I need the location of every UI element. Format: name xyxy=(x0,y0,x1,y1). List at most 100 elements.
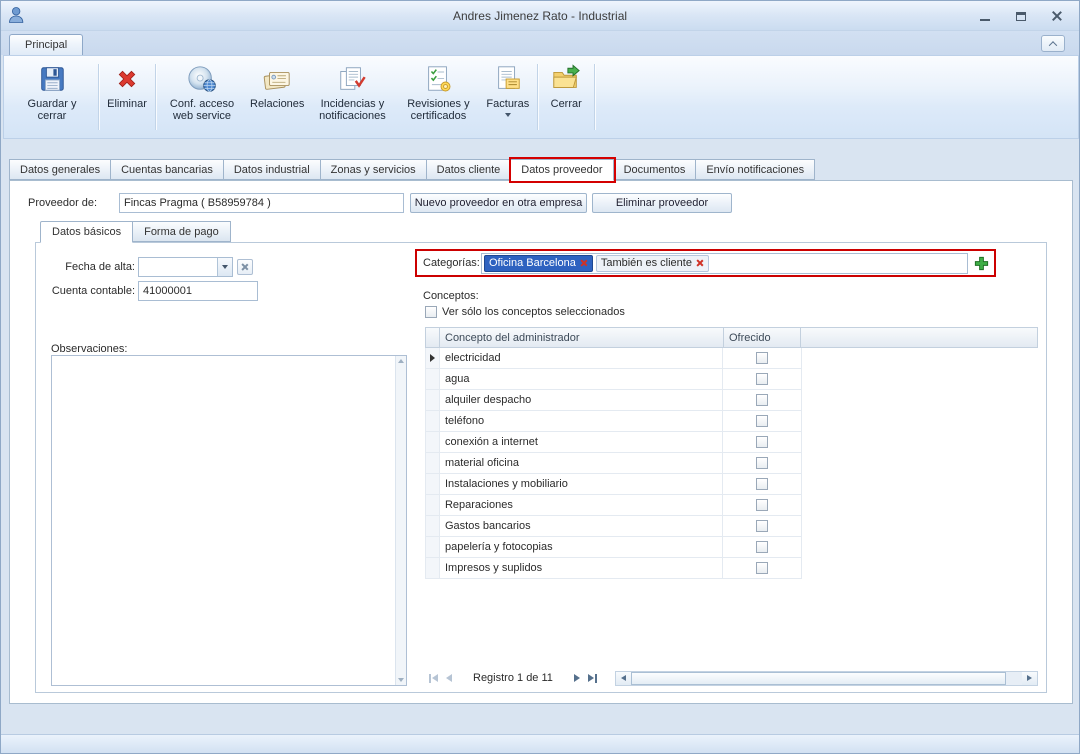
grid-row[interactable]: Impresos y suplidos xyxy=(425,558,802,579)
grid-row[interactable]: agua xyxy=(425,369,802,390)
nav-first-button[interactable] xyxy=(425,670,441,686)
scroll-right-button[interactable] xyxy=(1022,672,1037,685)
ofrecido-checkbox[interactable] xyxy=(756,457,768,469)
column-header-ofrecido[interactable]: Ofrecido xyxy=(724,328,801,347)
scrollbar-track[interactable] xyxy=(631,672,1022,685)
revisions-certificates-button[interactable]: Revisiones y certificados xyxy=(395,59,481,135)
filter-checkbox[interactable] xyxy=(425,306,437,318)
grid-row[interactable]: Gastos bancarios xyxy=(425,516,802,537)
restore-button[interactable] xyxy=(1011,8,1031,24)
tab-datos-cliente[interactable]: Datos cliente xyxy=(427,159,512,180)
row-indicator xyxy=(426,348,440,368)
grid-row[interactable]: Instalaciones y mobiliario xyxy=(425,474,802,495)
button-label: Cerrar xyxy=(551,98,582,110)
tab-datos-proveedor[interactable]: Datos proveedor xyxy=(511,159,613,181)
toolbar-separator xyxy=(155,64,156,130)
concepto-cell: Gastos bancarios xyxy=(440,516,723,536)
clear-date-button[interactable] xyxy=(237,259,253,275)
cuenta-contable-label: Cuenta contable: xyxy=(36,285,135,297)
close-form-button[interactable]: Cerrar xyxy=(541,59,591,135)
scroll-left-button[interactable] xyxy=(616,672,631,685)
tab-datos-industrial[interactable]: Datos industrial xyxy=(224,159,321,180)
cuenta-contable-value: 41000001 xyxy=(143,285,192,297)
tab-documentos[interactable]: Documentos xyxy=(614,159,697,180)
concepto-cell: agua xyxy=(440,369,723,389)
window-controls xyxy=(975,8,1067,24)
subtab-datos-basicos[interactable]: Datos básicos xyxy=(40,221,133,243)
grid-row[interactable]: material oficina xyxy=(425,453,802,474)
nav-next-button[interactable] xyxy=(569,670,585,686)
incidents-notifications-button[interactable]: Incidencias y notificaciones xyxy=(309,59,395,135)
grid-row[interactable]: alquiler despacho xyxy=(425,390,802,411)
tab-zonas-y-servicios[interactable]: Zonas y servicios xyxy=(321,159,427,180)
cuenta-contable-input[interactable]: 41000001 xyxy=(138,281,258,301)
invoices-button[interactable]: Facturas xyxy=(481,59,534,135)
remove-tag-icon[interactable] xyxy=(696,259,704,267)
grid-row[interactable]: electricidad xyxy=(425,348,802,369)
web-service-icon xyxy=(187,62,217,96)
add-categoria-button[interactable] xyxy=(972,254,991,273)
categorias-field[interactable]: Oficina BarcelonaTambién es cliente xyxy=(481,253,968,274)
categoria-tag[interactable]: También es cliente xyxy=(596,255,709,272)
relations-button[interactable]: Relaciones xyxy=(245,59,309,135)
fecha-alta-combo[interactable] xyxy=(138,257,233,277)
categorias-highlight-box: Categorías: Oficina BarcelonaTambién es … xyxy=(415,249,996,277)
sub-tab-strip: Datos básicos Forma de pago xyxy=(40,221,231,243)
nuevo-proveedor-button[interactable]: Nuevo proveedor en otra empresa xyxy=(410,193,587,213)
minimize-icon xyxy=(980,12,990,21)
ofrecido-checkbox[interactable] xyxy=(756,352,768,364)
proveedor-input[interactable]: Fincas Pragma ( B58959784 ) xyxy=(119,193,404,213)
column-header-concepto[interactable]: Concepto del administrador xyxy=(440,328,724,347)
close-button[interactable] xyxy=(1047,8,1067,24)
close-folder-icon xyxy=(551,62,581,96)
ribbon-tab-principal[interactable]: Principal xyxy=(9,34,83,55)
grid-row[interactable]: papelería y fotocopias xyxy=(425,537,802,558)
remove-tag-icon[interactable] xyxy=(580,259,588,267)
save-icon xyxy=(37,62,67,96)
grid-row[interactable]: Reparaciones xyxy=(425,495,802,516)
ofrecido-checkbox[interactable] xyxy=(756,373,768,385)
ofrecido-checkbox[interactable] xyxy=(756,562,768,574)
vertical-scrollbar[interactable] xyxy=(395,356,406,685)
horizontal-scrollbar[interactable] xyxy=(615,671,1038,686)
ofrecido-checkbox[interactable] xyxy=(756,394,768,406)
ofrecido-checkbox[interactable] xyxy=(756,499,768,511)
dropdown-button[interactable] xyxy=(217,258,232,276)
scrollbar-thumb[interactable] xyxy=(631,672,1006,685)
grid-header: Concepto del administrador Ofrecido xyxy=(425,327,1038,348)
filter-checkbox-label: Ver sólo los conceptos seleccionados xyxy=(442,306,625,318)
filter-checkbox-row[interactable]: Ver sólo los conceptos seleccionados xyxy=(425,306,625,318)
toolbar-separator xyxy=(537,64,538,130)
categoria-tag[interactable]: Oficina Barcelona xyxy=(484,255,593,272)
close-icon xyxy=(1052,11,1062,21)
ribbon-collapse-button[interactable] xyxy=(1041,35,1065,52)
ofrecido-checkbox[interactable] xyxy=(756,478,768,490)
fecha-alta-label: Fecha de alta: xyxy=(36,261,135,273)
eliminar-proveedor-button[interactable]: Eliminar proveedor xyxy=(592,193,732,213)
concepto-cell: alquiler despacho xyxy=(440,390,723,410)
record-count-label: Registro 1 de 11 xyxy=(473,672,553,684)
tab-datos-generales[interactable]: Datos generales xyxy=(9,159,111,180)
save-and-close-button[interactable]: Guardar y cerrar xyxy=(9,59,95,135)
ofrecido-checkbox[interactable] xyxy=(756,436,768,448)
minimize-button[interactable] xyxy=(975,8,995,24)
proveedor-value: Fincas Pragma ( B58959784 ) xyxy=(124,197,271,209)
tab-envío-notificaciones[interactable]: Envío notificaciones xyxy=(696,159,815,180)
observaciones-textarea[interactable] xyxy=(51,355,407,686)
grid-row[interactable]: teléfono xyxy=(425,411,802,432)
delete-button[interactable]: Eliminar xyxy=(102,59,152,135)
ofrecido-checkbox[interactable] xyxy=(756,415,768,427)
ofrecido-checkbox[interactable] xyxy=(756,520,768,532)
nav-prev-button[interactable] xyxy=(441,670,457,686)
subtab-forma-de-pago[interactable]: Forma de pago xyxy=(133,221,231,242)
ofrecido-checkbox[interactable] xyxy=(756,541,768,553)
row-indicator xyxy=(426,495,440,515)
grid-row[interactable]: conexión a internet xyxy=(425,432,802,453)
web-service-config-button[interactable]: Conf. acceso web service xyxy=(159,59,245,135)
tab-cuentas-bancarias[interactable]: Cuentas bancarias xyxy=(111,159,224,180)
ofrecido-cell xyxy=(723,348,801,368)
conceptos-label: Conceptos: xyxy=(423,290,479,302)
nav-last-button[interactable] xyxy=(585,670,601,686)
titlebar: Andres Jimenez Rato - Industrial xyxy=(1,1,1079,31)
button-label: Guardar y cerrar xyxy=(14,98,90,122)
